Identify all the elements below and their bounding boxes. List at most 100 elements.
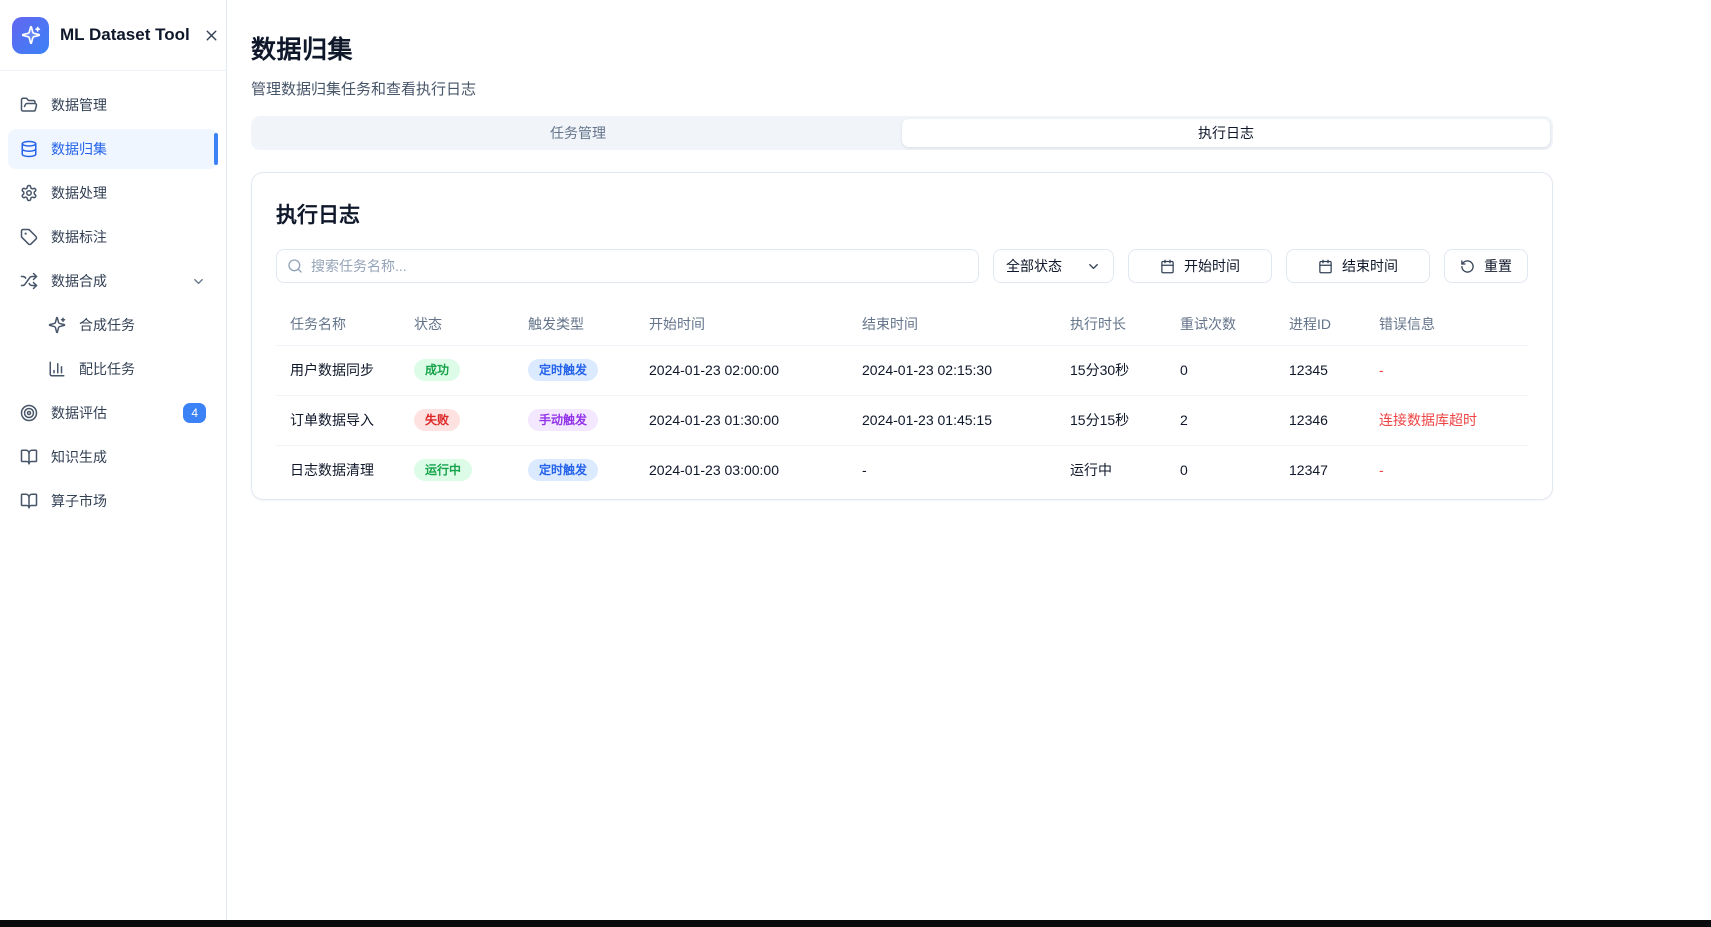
end-time-cell: 2024-01-23 02:15:30 <box>862 345 1070 395</box>
sidebar-header: ML Dataset Tool <box>0 0 226 71</box>
duration-cell: 15分15秒 <box>1070 395 1180 445</box>
sidebar-item-synthesis-task[interactable]: 合成任务 <box>8 305 218 345</box>
folder-icon <box>20 96 38 114</box>
sidebar-item-data-evaluation[interactable]: 数据评估 4 <box>8 393 218 433</box>
process-id-cell: 12347 <box>1289 445 1379 495</box>
column-header: 重试次数 <box>1180 303 1289 345</box>
sidebar-item-data-labeling[interactable]: 数据标注 <box>8 217 218 257</box>
trigger-type-badge: 手动触发 <box>528 409 598 431</box>
target-icon <box>20 404 38 422</box>
page-subtitle: 管理数据归集任务和查看执行日志 <box>251 78 1711 99</box>
tab-execution-logs[interactable]: 执行日志 <box>902 119 1550 147</box>
end-time-label: 结束时间 <box>1342 256 1398 276</box>
search-box <box>276 249 979 283</box>
task-name-cell: 订单数据导入 <box>276 395 414 445</box>
tab-task-management[interactable]: 任务管理 <box>254 119 902 147</box>
tag-icon <box>20 228 38 246</box>
start-time-button[interactable]: 开始时间 <box>1128 249 1272 283</box>
retry-count-cell: 0 <box>1180 445 1289 495</box>
sparkles-icon <box>48 316 66 334</box>
column-header: 任务名称 <box>276 303 414 345</box>
sidebar-item-label: 配比任务 <box>79 359 135 379</box>
book-icon <box>20 448 38 466</box>
filter-bar: 全部状态 开始时间 结束时间 <box>276 249 1528 283</box>
sidebar: ML Dataset Tool 数据管理数据归集数据处理数据标注数据合成合成任务… <box>0 0 227 920</box>
search-icon <box>287 258 303 274</box>
reset-icon <box>1460 259 1475 274</box>
column-header: 错误信息 <box>1379 303 1528 345</box>
sidebar-item-label: 知识生成 <box>51 447 107 467</box>
chevron-down-icon <box>191 274 206 289</box>
column-header: 进程ID <box>1289 303 1379 345</box>
status-badge: 失败 <box>414 409 460 431</box>
table-row: 订单数据导入失败 手动触发 2024-01-23 01:30:002024-01-2… <box>276 395 1528 445</box>
chevron-down-icon <box>1086 259 1101 274</box>
reset-button[interactable]: 重置 <box>1444 249 1528 283</box>
column-header: 结束时间 <box>862 303 1070 345</box>
panel-title: 执行日志 <box>276 199 1528 229</box>
error-message-cell: - <box>1379 345 1528 395</box>
sidebar-item-label: 数据合成 <box>51 271 107 291</box>
database-icon <box>20 140 38 158</box>
bottom-bar <box>0 920 1711 927</box>
start-time-cell: 2024-01-23 01:30:00 <box>649 395 862 445</box>
start-time-cell: 2024-01-23 02:00:00 <box>649 345 862 395</box>
retry-count-cell: 2 <box>1180 395 1289 445</box>
status-badge: 成功 <box>414 359 460 381</box>
status-filter-value: 全部状态 <box>1006 256 1062 276</box>
count-badge: 4 <box>183 403 206 423</box>
status-filter-select[interactable]: 全部状态 <box>993 249 1114 283</box>
column-header: 执行时长 <box>1070 303 1180 345</box>
sidebar-item-ratio-task[interactable]: 配比任务 <box>8 349 218 389</box>
sidebar-item-operator-market[interactable]: 算子市场 <box>8 481 218 521</box>
sidebar-item-data-collection[interactable]: 数据归集 <box>8 129 218 169</box>
reset-label: 重置 <box>1484 256 1512 276</box>
app-logo-sparkles-icon <box>12 17 49 54</box>
error-message-cell: 连接数据库超时 <box>1379 395 1528 445</box>
sidebar-item-data-processing[interactable]: 数据处理 <box>8 173 218 213</box>
end-time-cell: 2024-01-23 01:45:15 <box>862 395 1070 445</box>
end-time-button[interactable]: 结束时间 <box>1286 249 1430 283</box>
shuffle-icon <box>20 272 38 290</box>
sidebar-item-label: 数据归集 <box>51 139 107 159</box>
app-window: ML Dataset Tool 数据管理数据归集数据处理数据标注数据合成合成任务… <box>0 0 1711 920</box>
task-name-cell: 日志数据清理 <box>276 445 414 495</box>
error-message-cell: - <box>1379 445 1528 495</box>
column-header: 开始时间 <box>649 303 862 345</box>
process-id-cell: 12345 <box>1289 345 1379 395</box>
column-header: 状态 <box>414 303 528 345</box>
sidebar-item-label: 数据标注 <box>51 227 107 247</box>
end-time-cell: - <box>862 445 1070 495</box>
sidebar-close-button[interactable] <box>201 25 222 46</box>
sidebar-item-label: 合成任务 <box>79 315 135 335</box>
column-header: 触发类型 <box>528 303 649 345</box>
duration-cell: 15分30秒 <box>1070 345 1180 395</box>
table-row: 用户数据同步成功定时触发2024-01-23 02:00:002024-01-2… <box>276 345 1528 395</box>
main-content: 数据归集 管理数据归集任务和查看执行日志 任务管理执行日志 执行日志 全部状态 <box>227 0 1711 920</box>
sidebar-item-label: 算子市场 <box>51 491 107 511</box>
search-input[interactable] <box>276 249 979 283</box>
page-title: 数据归集 <box>251 30 1711 66</box>
close-icon <box>203 27 220 44</box>
sidebar-item-data-management[interactable]: 数据管理 <box>8 85 218 125</box>
start-time-label: 开始时间 <box>1184 256 1240 276</box>
table-header-row: 任务名称状态触发类型开始时间结束时间执行时长重试次数进程ID错误信息 <box>276 303 1528 345</box>
execution-logs-table: 任务名称状态触发类型开始时间结束时间执行时长重试次数进程ID错误信息 用户数据同… <box>276 303 1528 495</box>
task-name-cell: 用户数据同步 <box>276 345 414 395</box>
sidebar-item-label: 数据管理 <box>51 95 107 115</box>
process-id-cell: 12346 <box>1289 395 1379 445</box>
sidebar-item-label: 数据评估 <box>51 403 107 423</box>
table-row: 日志数据清理运行中定时触发2024-01-23 03:00:00-运行中0123… <box>276 445 1528 495</box>
tab-bar: 任务管理执行日志 <box>251 116 1553 150</box>
start-time-cell: 2024-01-23 03:00:00 <box>649 445 862 495</box>
app-title: ML Dataset Tool <box>60 25 190 45</box>
calendar-icon <box>1318 259 1333 274</box>
sidebar-item-knowledge-generation[interactable]: 知识生成 <box>8 437 218 477</box>
retry-count-cell: 0 <box>1180 345 1289 395</box>
sidebar-item-data-synthesis[interactable]: 数据合成 <box>8 261 218 301</box>
trigger-type-badge: 定时触发 <box>528 459 598 481</box>
calendar-icon <box>1160 259 1175 274</box>
execution-logs-panel: 执行日志 全部状态 <box>251 172 1553 500</box>
sidebar-item-label: 数据处理 <box>51 183 107 203</box>
book-icon <box>20 492 38 510</box>
